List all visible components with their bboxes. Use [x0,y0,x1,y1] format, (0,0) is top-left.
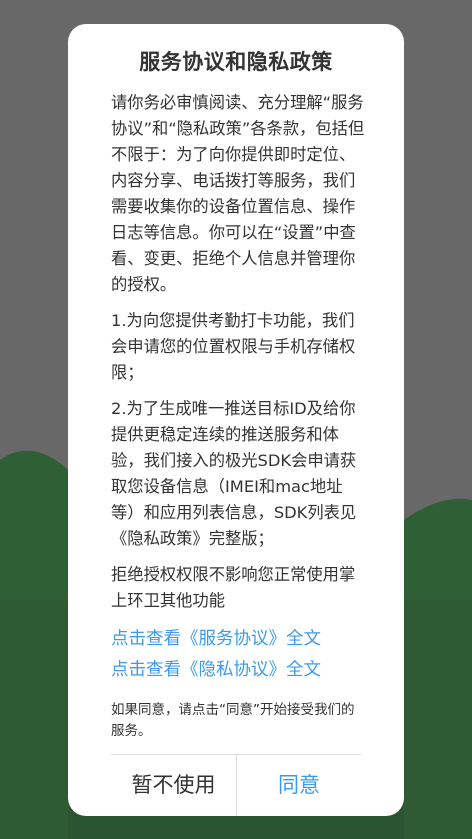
agreement-links: 点击查看《服务协议》全文 点击查看《隐私协议》全文 [111,624,365,686]
dialog-content-layer: 请你务必审慎阅读、充分理解“服务协议”和“隐私政策”各条款，包括但不限于：为了向… [68,24,404,816]
refuse-text: 拒绝授权权限不影响您正常使用掌上环卫其他功能 [111,565,356,610]
decline-button[interactable]: 暂不使用 [111,755,236,816]
privacy-agreement-link[interactable]: 点击查看《隐私协议》全文 [111,655,365,686]
agree-button[interactable]: 同意 [237,755,361,816]
location-permission-text: 1.为向您提供考勤打卡功能，我们会申请您的位置权限与手机存储权限； [111,311,356,382]
screen: 服务协议和隐私政策 请你务必审慎阅读、充分理解“服务协议”和“隐私政策”各条款，… [0,0,472,839]
consent-note: 如果同意，请点击“同意”开始接受我们的服务。 [111,702,355,739]
dialog-body: 请你务必审慎阅读、充分理解“服务协议”和“隐私政策”各条款，包括但不限于：为了向… [111,90,365,742]
push-sdk-text: 2.为了生成唯一推送目标ID及给你提供更稳定连续的推送服务和体验，我们接入的极光… [111,399,357,548]
service-agreement-link[interactable]: 点击查看《服务协议》全文 [111,624,365,655]
intro-text: 请你务必审慎阅读、充分理解“服务协议”和“隐私政策”各条款，包括但不限于：为了向… [111,93,365,294]
